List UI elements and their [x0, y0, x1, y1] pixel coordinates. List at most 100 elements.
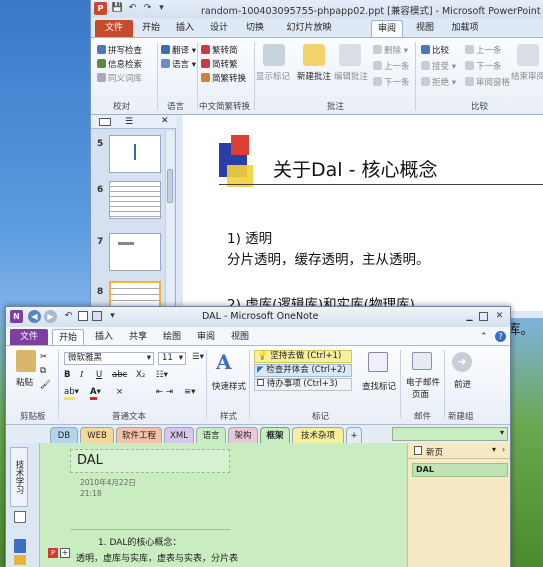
copy-icon[interactable]: ⧉	[40, 366, 46, 376]
next-comment-button[interactable]: 下一条	[373, 76, 410, 88]
paste-button[interactable]: 粘贴	[16, 376, 33, 388]
tab-insert[interactable]: 插入	[171, 20, 199, 37]
find-tags-button[interactable]: 查找标记	[362, 380, 396, 392]
page-canvas[interactable]: DAL 2010年4月22日 21:18 P + 1. DAL的核心概念： 透明…	[40, 443, 407, 567]
tab-view[interactable]: 视图	[226, 329, 254, 346]
fullpage-icon[interactable]	[92, 311, 102, 321]
tab-transitions[interactable]: 切换	[241, 20, 269, 37]
font-family-select[interactable]: 微软雅黑 ▾	[64, 352, 154, 365]
spellcheck-button[interactable]: 拼写检查	[97, 44, 142, 56]
notebook-expand-icon[interactable]	[14, 511, 26, 523]
section-tab[interactable]: 技术杂项	[292, 427, 344, 443]
next-change-button[interactable]: 下一条	[465, 60, 502, 72]
expand-plus-icon[interactable]: +	[60, 548, 70, 558]
section-tab[interactable]: WEB	[80, 427, 114, 443]
simp-to-trad-button[interactable]: 简转繁	[201, 58, 238, 70]
page-title-box[interactable]: DAL	[70, 449, 230, 473]
qat-more-icon[interactable]: ▾	[155, 2, 168, 15]
align-icon[interactable]: ≡▾	[184, 387, 195, 397]
convert-button[interactable]: 简繁转换	[201, 72, 246, 84]
undo-icon[interactable]: ↶	[126, 2, 139, 15]
slide-thumbnail[interactable]	[109, 233, 161, 271]
collapse-ribbon-icon[interactable]: ⌃	[480, 332, 488, 342]
email-page-button-line2[interactable]: 页面	[412, 388, 429, 400]
tab-file[interactable]: 文件	[10, 329, 48, 346]
section-tab[interactable]: 软件工程	[116, 427, 162, 443]
edit-comment-button[interactable]: 编辑批注	[334, 70, 368, 82]
font-color-icon[interactable]: A▾	[90, 387, 101, 400]
minimize-icon[interactable]: ▁	[464, 311, 475, 322]
trad-to-simp-button[interactable]: 繁转简	[201, 44, 238, 56]
forward-icon[interactable]: ▶	[44, 310, 57, 323]
tag-item[interactable]: ◤ 检查并体会 (Ctrl+2)	[254, 364, 352, 377]
email-page-button[interactable]: 电子邮件	[406, 376, 440, 388]
new-page-button[interactable]: 新页 ▾ ›	[408, 443, 510, 459]
save-icon[interactable]: 💾	[111, 2, 124, 15]
help-icon[interactable]: ?	[495, 331, 506, 342]
reject-button[interactable]: 拒绝 ▾	[421, 76, 456, 88]
tab-view[interactable]: 视图	[411, 20, 439, 37]
review-pane-button[interactable]: 审阅窗格	[465, 76, 510, 88]
tab-home[interactable]: 开始	[137, 20, 165, 37]
page-list-item-selected[interactable]: DAL	[412, 463, 508, 477]
close-icon[interactable]: ✕	[494, 311, 505, 322]
tab-draw[interactable]: 绘图	[158, 329, 186, 346]
end-review-button[interactable]: 结束审阅	[511, 70, 543, 82]
clear-format-icon[interactable]: ⨯	[116, 387, 123, 397]
slide-thumbnail[interactable]	[109, 135, 161, 173]
slide-thumbnail[interactable]	[109, 181, 161, 219]
thumbnail-scrollbar[interactable]	[165, 131, 174, 318]
outlook-task-icon[interactable]: P	[48, 548, 58, 558]
ppt-app-icon[interactable]: P	[94, 2, 107, 15]
show-markup-button[interactable]: 显示标记	[256, 70, 290, 82]
undo-icon[interactable]: ↶	[62, 310, 75, 323]
quick-styles-button[interactable]: 快速样式	[212, 380, 246, 392]
onenote-app-icon[interactable]: N	[10, 310, 23, 323]
new-section-tab[interactable]: +	[346, 427, 362, 443]
translate-button[interactable]: 翻译 ▾	[161, 44, 196, 56]
section-tab[interactable]: 架构	[228, 427, 258, 443]
italic-button[interactable]: I	[80, 370, 83, 380]
slide-canvas[interactable]: 关于Dal - 核心概念 1) 透明 分片透明，缓存透明，主从透明。 2) 虚库…	[183, 115, 543, 338]
outline-tab-icon[interactable]: ☰	[125, 117, 133, 127]
tab-design[interactable]: 设计	[205, 20, 233, 37]
research-button[interactable]: 信息检索	[97, 58, 142, 70]
bullets-icon[interactable]: ☰▾	[192, 352, 204, 362]
tab-file[interactable]: 文件	[95, 20, 133, 37]
back-icon[interactable]: ◀	[28, 310, 41, 323]
tab-share[interactable]: 共享	[124, 329, 152, 346]
tag-item[interactable]: 待办事项 (Ctrl+3)	[254, 378, 352, 391]
tab-home[interactable]: 开始	[52, 329, 84, 346]
tab-addins[interactable]: 加载项	[447, 20, 483, 37]
unfiled-notes-icon[interactable]	[14, 539, 26, 553]
format-painter-icon[interactable]: 🖌	[40, 380, 51, 390]
section-tab-active[interactable]: 框架	[260, 427, 290, 443]
dock-icon[interactable]	[78, 311, 88, 321]
numbering-icon[interactable]: ☷▾	[156, 370, 168, 380]
prev-change-button[interactable]: 上一条	[465, 44, 502, 56]
maximize-icon[interactable]	[479, 312, 488, 321]
qat-more-icon[interactable]: ▾	[106, 310, 119, 323]
subscript-button[interactable]: X₂	[136, 370, 145, 380]
bold-button[interactable]: B	[64, 370, 70, 380]
prev-comment-button[interactable]: 上一条	[373, 60, 410, 72]
section-tab[interactable]: XML	[164, 427, 194, 443]
redo-icon[interactable]: ↷	[141, 2, 154, 15]
tag-item[interactable]: 💡 坚持去做 (Ctrl+1)	[254, 350, 352, 363]
close-pane-icon[interactable]: ✕	[161, 116, 169, 126]
tab-review[interactable]: 审阅	[371, 20, 403, 37]
underline-button[interactable]: U	[96, 370, 102, 380]
highlight-icon[interactable]: ab▾	[64, 387, 79, 400]
language-button[interactable]: 语言 ▾	[161, 58, 196, 70]
slides-tab-icon[interactable]	[99, 118, 111, 126]
notebook-folder-icon[interactable]	[14, 555, 26, 565]
thesaurus-button[interactable]: 同义词库	[97, 72, 142, 84]
cut-icon[interactable]: ✂	[40, 352, 47, 362]
search-box[interactable]: ▾	[392, 427, 508, 441]
delete-comment-button[interactable]: 删除 ▾	[373, 44, 408, 56]
strikethrough-button[interactable]: abc	[112, 370, 127, 380]
section-tab[interactable]: 语言	[196, 427, 226, 443]
tab-insert[interactable]: 插入	[90, 329, 118, 346]
scrollbar-thumb[interactable]	[167, 169, 173, 203]
notebook-tab[interactable]: 技术学习	[10, 447, 28, 507]
